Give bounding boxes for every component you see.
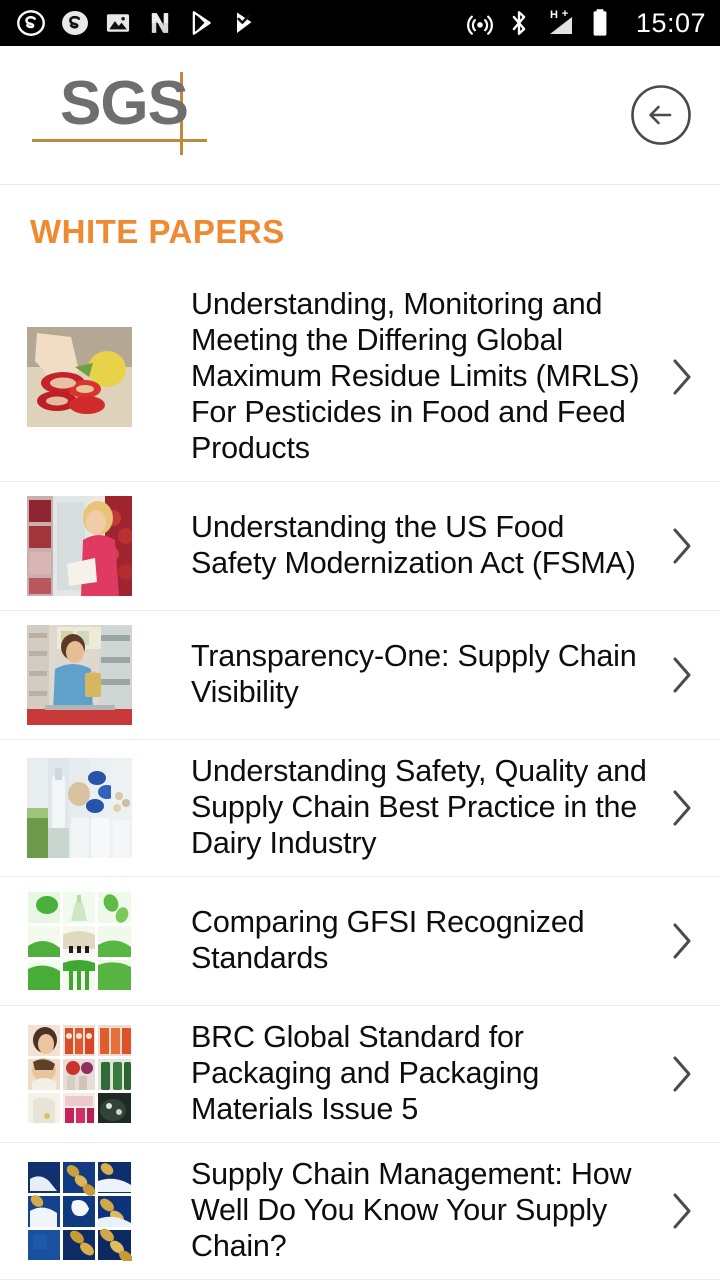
list-item[interactable]: Comparing GFSI Recognized Standards xyxy=(0,876,720,1006)
chevron-right-icon xyxy=(660,355,720,399)
play-store-icon xyxy=(192,11,211,35)
status-bar-clock: 15:07 xyxy=(635,7,706,38)
svg-text:+: + xyxy=(562,8,568,20)
play-store-check-icon xyxy=(237,12,252,34)
chevron-right-icon xyxy=(660,919,720,963)
status-bar-system-icons: H + 15:07 xyxy=(466,7,706,39)
page-title: WHITE PAPERS xyxy=(30,213,285,250)
list-item-title: BRC Global Standard for Packaging and Pa… xyxy=(191,1019,540,1126)
list-item-title: Supply Chain Management: How Well Do You… xyxy=(191,1156,632,1263)
skype-filled-icon xyxy=(62,11,88,35)
nova-launcher-icon xyxy=(151,13,169,33)
skype-outline-icon xyxy=(17,10,45,36)
thumbnail xyxy=(27,495,132,596)
thumbnail xyxy=(27,1160,132,1261)
list-item[interactable]: BRC Global Standard for Packaging and Pa… xyxy=(0,1005,720,1143)
list-item[interactable]: Understanding the US Food Safety Moderni… xyxy=(0,481,720,611)
logo-text: SGS xyxy=(60,69,189,138)
list-item-title: Comparing GFSI Recognized Standards xyxy=(191,904,585,975)
blue-chain-grid-collage-photo xyxy=(27,1160,132,1261)
woman-shopping-grocery-photo xyxy=(27,495,132,596)
gallery-image-icon xyxy=(106,14,130,32)
thumbnail xyxy=(27,1023,132,1124)
green-grid-collage-photo xyxy=(27,890,132,991)
chevron-right-icon xyxy=(660,524,720,568)
chevron-right-icon xyxy=(660,1189,720,1233)
back-arrow-icon xyxy=(631,85,691,145)
list-item-title: Understanding the US Food Safety Moderni… xyxy=(191,509,636,580)
status-bar-notification-icons xyxy=(16,8,466,38)
chopping-red-peppers-photo xyxy=(27,326,132,427)
thumbnail xyxy=(27,757,132,858)
sgs-logo: SGS xyxy=(32,65,207,165)
battery-full-icon xyxy=(593,9,607,36)
thumbnail xyxy=(27,890,132,991)
white-papers-screen: H + 15:07 SGS WHITE PAPERS Understanding… xyxy=(0,0,720,1280)
app-header: SGS xyxy=(0,46,720,185)
list-item-title: Transparency-One: Supply Chain Visibilit… xyxy=(191,638,637,709)
svg-text:H: H xyxy=(550,9,558,21)
list-item[interactable]: Supply Chain Management: How Well Do You… xyxy=(0,1142,720,1280)
chevron-right-icon xyxy=(660,1052,720,1096)
chevron-right-icon xyxy=(660,653,720,697)
thumbnail xyxy=(27,624,132,725)
list-item[interactable]: Understanding Safety, Quality and Supply… xyxy=(0,739,720,877)
list-item-title: Understanding Safety, Quality and Supply… xyxy=(191,753,647,860)
nfc-broadcast-icon xyxy=(467,15,493,35)
white-papers-list: Understanding, Monitoring and Meeting th… xyxy=(0,273,720,1280)
list-item-title: Understanding, Monitoring and Meeting th… xyxy=(191,287,640,465)
status-bar: H + 15:07 xyxy=(0,0,720,46)
back-button[interactable] xyxy=(630,84,692,146)
thumbnail xyxy=(27,326,132,427)
chevron-right-icon xyxy=(660,786,720,830)
list-item[interactable]: Transparency-One: Supply Chain Visibilit… xyxy=(0,610,720,740)
mobile-signal-hplus-icon: H + xyxy=(549,8,572,34)
dairy-collage-photo xyxy=(27,757,132,858)
list-item[interactable]: Understanding, Monitoring and Meeting th… xyxy=(0,273,720,482)
man-shopping-aisle-photo xyxy=(27,624,132,725)
packaging-grid-collage-photo xyxy=(27,1023,132,1124)
bluetooth-icon xyxy=(512,11,526,35)
